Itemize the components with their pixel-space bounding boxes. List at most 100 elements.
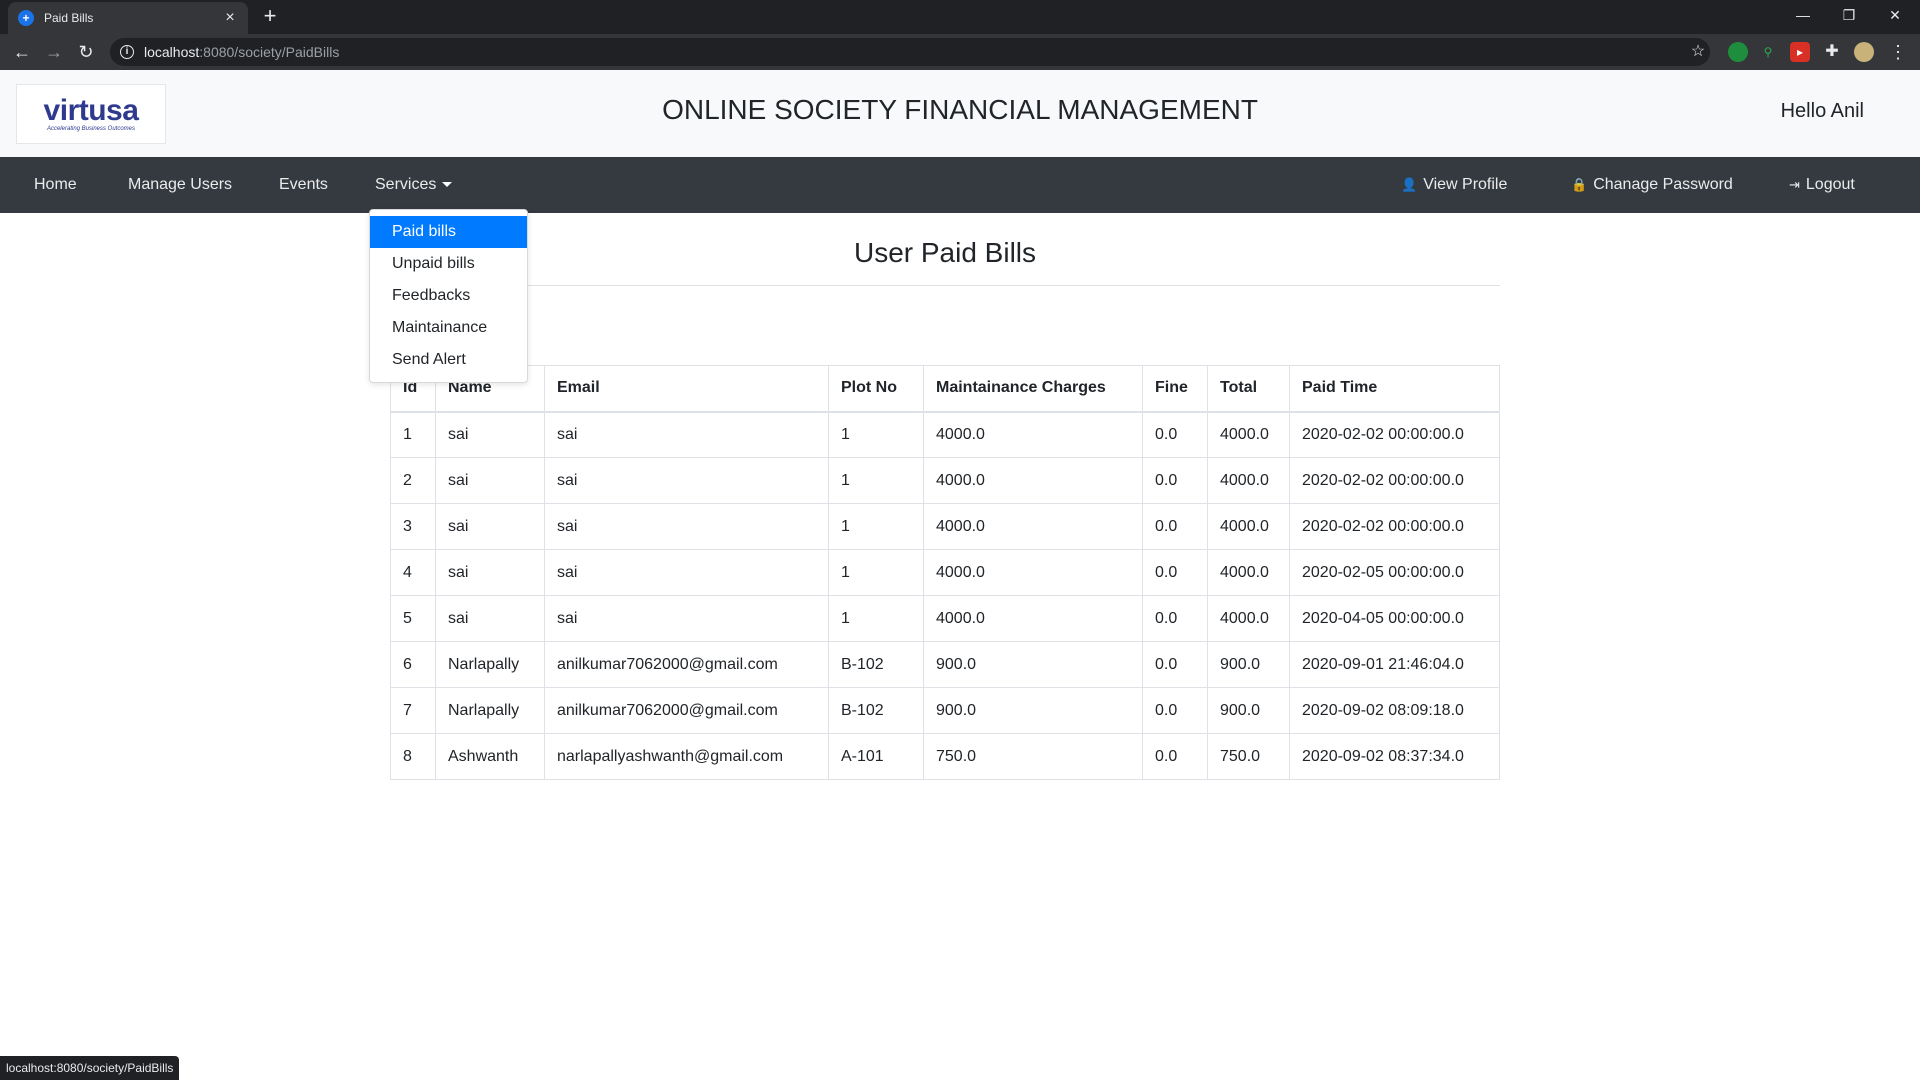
nav-services[interactable]: Services xyxy=(375,157,453,213)
extension-video-icon[interactable]: ▸ xyxy=(1790,42,1810,62)
url-path: :8080/society/PaidBills xyxy=(199,44,340,60)
table-cell: 1 xyxy=(390,411,436,458)
table-cell: 0.0 xyxy=(1142,457,1208,504)
extensions-puzzle-icon[interactable]: ✚ xyxy=(1822,42,1842,62)
table-cell: sai xyxy=(544,549,829,596)
table-cell: 0.0 xyxy=(1142,411,1208,458)
nav-change-password[interactable]: 🔒 Chanage Password xyxy=(1571,157,1733,213)
browser-tab-bar: + Paid Bills × + — ❐ ✕ xyxy=(0,0,1920,34)
table-cell: 4000.0 xyxy=(923,457,1143,504)
site-info-icon[interactable]: i xyxy=(120,45,134,59)
back-button[interactable]: ← xyxy=(10,40,34,64)
table-cell: Narlapally xyxy=(435,641,545,688)
table-cell: sai xyxy=(435,549,545,596)
greeting: Hello Anil xyxy=(1780,100,1864,122)
favicon-icon: + xyxy=(18,10,34,26)
table-cell: 4000.0 xyxy=(923,595,1143,642)
table-cell: 1 xyxy=(828,503,924,550)
table-cell: 2020-09-02 08:37:34.0 xyxy=(1289,733,1500,780)
dropdown-item-maintainance[interactable]: Maintainance xyxy=(370,312,527,344)
table-cell: B-102 xyxy=(828,687,924,734)
table-body: 1 sai sai 1 4000.0 0.0 4000.0 2020-02-02 00:00:… xyxy=(390,411,1500,780)
table-cell: 0.0 xyxy=(1142,687,1208,734)
reload-button[interactable]: ↻ xyxy=(74,40,98,64)
table-cell: sai xyxy=(435,457,545,504)
table-cell: anilkumar7062000@gmail.com xyxy=(544,641,829,688)
table-header-row: Id Name Email Plot No Maintainance Charg… xyxy=(390,365,1500,413)
browser-menu-icon[interactable]: ⋮ xyxy=(1886,40,1910,64)
site-header: virtusa Accelerating Business Outcomes O… xyxy=(0,70,1920,157)
table-cell: 0.0 xyxy=(1142,595,1208,642)
divider xyxy=(390,285,1500,286)
table-cell: 1 xyxy=(828,549,924,596)
dropdown-item-unpaid-bills[interactable]: Unpaid bills xyxy=(370,248,527,280)
table-cell: sai xyxy=(544,595,829,642)
browser-tab[interactable]: + Paid Bills × xyxy=(8,2,248,34)
table-cell: 900.0 xyxy=(923,687,1143,734)
forward-button[interactable]: → xyxy=(42,40,66,64)
table-cell: 1 xyxy=(828,595,924,642)
column-header: Email xyxy=(544,365,829,413)
table-cell: sai xyxy=(544,411,829,458)
table-cell: 750.0 xyxy=(1207,733,1290,780)
table-cell: sai xyxy=(435,595,545,642)
nav-events[interactable]: Events xyxy=(279,157,328,213)
table-cell: 900.0 xyxy=(1207,687,1290,734)
table-row: 2 sai sai 1 4000.0 0.0 4000.0 2020-02-02 00:00:… xyxy=(390,457,1500,504)
window-close-button[interactable]: ✕ xyxy=(1872,0,1918,30)
table-cell: 0.0 xyxy=(1142,549,1208,596)
table-cell: 4 xyxy=(390,549,436,596)
table-cell: 6 xyxy=(390,641,436,688)
nav-logout-label: Logout xyxy=(1805,176,1855,193)
nav-logout[interactable]: ⇥ Logout xyxy=(1789,157,1855,213)
dropdown-item-feedbacks[interactable]: Feedbacks xyxy=(370,280,527,312)
extension-shield-icon[interactable] xyxy=(1728,42,1748,62)
table-cell: 2020-02-05 00:00:00.0 xyxy=(1289,549,1500,596)
table-cell: 3 xyxy=(390,503,436,550)
new-tab-button[interactable]: + xyxy=(258,4,282,28)
bookmark-star-icon[interactable]: ☆ xyxy=(1686,40,1710,64)
table-cell: 4000.0 xyxy=(1207,549,1290,596)
profile-avatar[interactable] xyxy=(1854,42,1874,62)
table-cell: 4000.0 xyxy=(1207,503,1290,550)
services-dropdown-menu: Paid bills Unpaid bills Feedbacks Mainta… xyxy=(369,209,528,383)
table-row: 3 sai sai 1 4000.0 0.0 4000.0 2020-02-02 00:00:… xyxy=(390,503,1500,550)
table-cell: 1 xyxy=(828,457,924,504)
nav-home[interactable]: Home xyxy=(34,157,77,213)
dropdown-item-paid-bills[interactable]: Paid bills xyxy=(370,216,527,248)
main-navbar: Home Manage Users Events Services 👤 View … xyxy=(0,157,1920,213)
table-cell: A-101 xyxy=(828,733,924,780)
table-cell: Narlapally xyxy=(435,687,545,734)
logout-icon: ⇥ xyxy=(1789,177,1800,192)
column-header: Maintainance Charges xyxy=(923,365,1143,413)
nav-services-label: Services xyxy=(375,176,437,193)
table-cell: 0.0 xyxy=(1142,641,1208,688)
table-cell: 900.0 xyxy=(923,641,1143,688)
lock-icon: 🔒 xyxy=(1571,177,1588,192)
minimize-button[interactable]: — xyxy=(1780,0,1826,30)
table-cell: 750.0 xyxy=(923,733,1143,780)
table-cell: 4000.0 xyxy=(923,549,1143,596)
table-cell: 4000.0 xyxy=(1207,595,1290,642)
table-row: 4 sai sai 1 4000.0 0.0 4000.0 2020-02-05 00:00:… xyxy=(390,549,1500,596)
extension-key-icon[interactable]: ⚲ xyxy=(1758,42,1778,62)
page: virtusa Accelerating Business Outcomes O… xyxy=(0,70,1920,1080)
tab-close-icon[interactable]: × xyxy=(222,9,238,27)
table-cell: anilkumar7062000@gmail.com xyxy=(544,687,829,734)
chevron-down-icon xyxy=(442,182,453,188)
table-cell: Ashwanth xyxy=(435,733,545,780)
table-cell: 8 xyxy=(390,733,436,780)
nav-manage-users[interactable]: Manage Users xyxy=(128,157,232,213)
nav-view-profile[interactable]: 👤 View Profile xyxy=(1401,157,1507,213)
user-icon: 👤 xyxy=(1401,177,1418,192)
dropdown-item-send-alert[interactable]: Send Alert xyxy=(370,344,527,376)
table-cell: 4000.0 xyxy=(1207,457,1290,504)
status-bar-url: localhost:8080/society/PaidBills xyxy=(0,1056,180,1080)
column-header: Total xyxy=(1207,365,1290,413)
address-bar[interactable]: i localhost:8080/society/PaidBills xyxy=(110,38,1710,66)
table-row: 6 Narlapally anilkumar7062000@gmail.com B-1… xyxy=(390,641,1500,688)
tab-title: Paid Bills xyxy=(44,11,94,25)
table-row: 1 sai sai 1 4000.0 0.0 4000.0 2020-02-02 00:00:… xyxy=(390,411,1500,458)
nav-change-password-label: Chanage Password xyxy=(1593,176,1733,193)
restore-button[interactable]: ❐ xyxy=(1826,0,1872,30)
